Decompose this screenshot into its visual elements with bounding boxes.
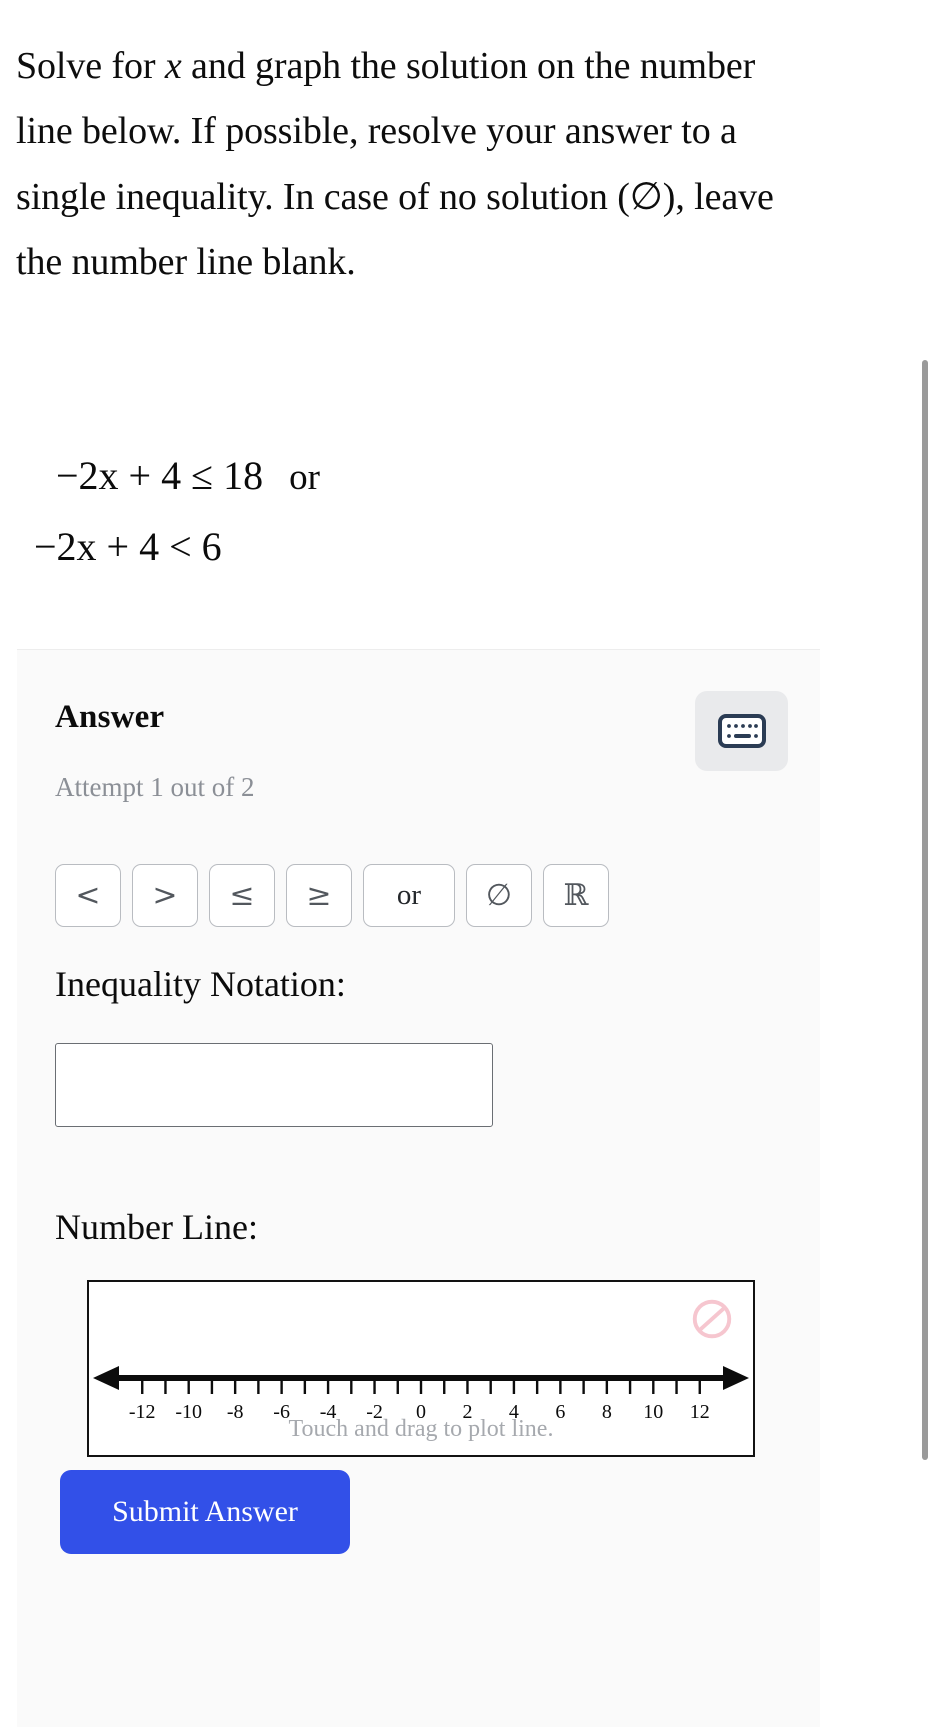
op-button-greater-than[interactable]: > (132, 864, 198, 927)
op-button-greater-than-or-equal[interactable]: ≥ (286, 864, 352, 927)
number-line-label: Number Line: (55, 1207, 258, 1247)
op-button-less-than-or-equal[interactable]: ≤ (209, 864, 275, 927)
keyboard-toggle-button[interactable] (695, 691, 788, 771)
prompt-variable-x: x (164, 45, 182, 87)
keyboard-icon (717, 714, 766, 748)
math-line-1: −2x + 4 ≤ 18 or (34, 440, 794, 511)
prompt-text-before-variable: Solve for (16, 45, 165, 87)
op-button-less-than[interactable]: < (55, 864, 121, 927)
attempt-counter: Attempt 1 out of 2 (55, 772, 255, 802)
inequality-1: −2x + 4 ≤ 18 (56, 453, 264, 498)
operator-button-row: < > ≤ ≥ or ∅ ℝ (55, 864, 609, 927)
op-button-empty-set[interactable]: ∅ (466, 864, 532, 927)
answer-panel: Answer Attempt 1 out of 2 < > ≤ ≥ or ∅ ℝ… (17, 649, 820, 1727)
question-prompt: Solve for x and graph the solution on th… (16, 34, 816, 295)
math-expression-block: −2x + 4 ≤ 18 or −2x + 4 < 6 (34, 440, 794, 582)
answer-heading: Answer (55, 699, 165, 735)
inequality-2: −2x + 4 < 6 (34, 524, 222, 570)
op-button-real-numbers[interactable]: ℝ (543, 864, 609, 927)
math-line-2: −2x + 4 < 6 (34, 511, 794, 582)
op-button-or[interactable]: or (363, 864, 455, 927)
inequality-notation-label: Inequality Notation: (55, 964, 346, 1004)
number-line-canvas[interactable]: -12 -10 -8 -6 -4 -2 0 2 4 6 8 10 12 Touch and drag t… (87, 1280, 755, 1457)
submit-answer-button[interactable]: Submit Answer (60, 1470, 350, 1554)
math-connector-or: or (289, 457, 320, 498)
scrollbar-thumb[interactable] (922, 360, 928, 1460)
number-line-hint: Touch and drag to plot line. (288, 1416, 554, 1442)
page-scrollbar[interactable] (920, 0, 930, 1726)
inequality-notation-input[interactable] (55, 1043, 493, 1127)
